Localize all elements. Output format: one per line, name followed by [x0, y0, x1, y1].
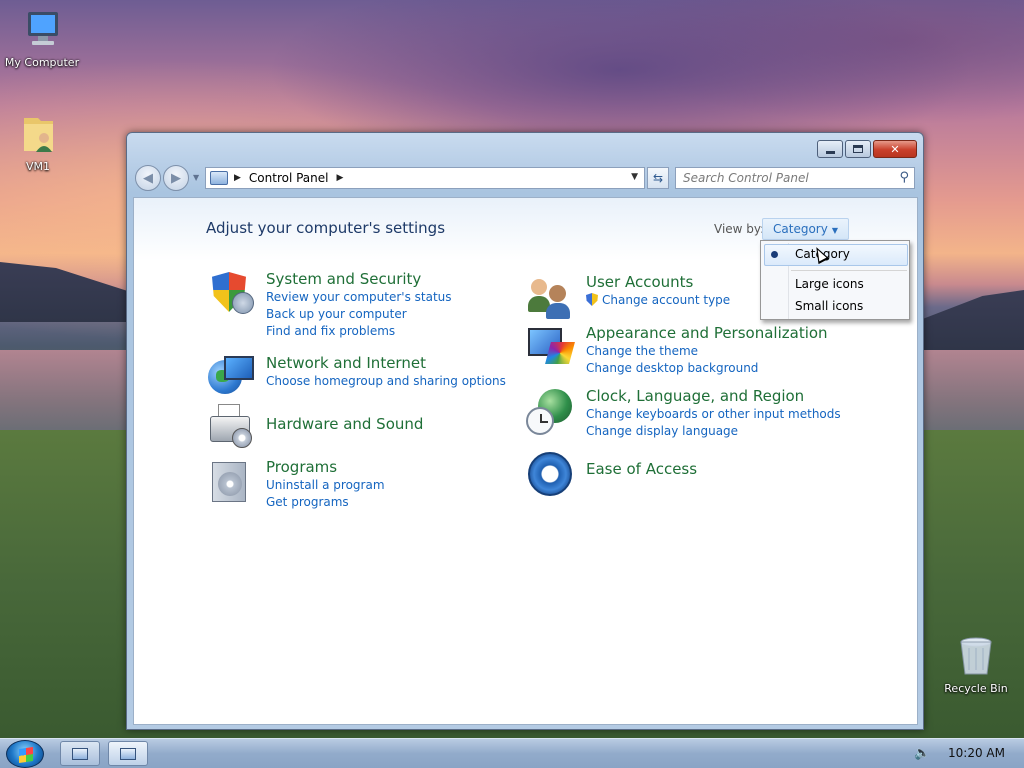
category-hardware-sound: Hardware and Sound: [206, 404, 423, 454]
link-homegroup[interactable]: Choose homegroup and sharing options: [266, 373, 506, 390]
desktop-icon-label: Recycle Bin: [944, 682, 1008, 695]
link-change-account-type[interactable]: Change account type: [586, 292, 730, 309]
breadcrumb-arrow-icon[interactable]: ▶: [337, 173, 344, 183]
link-get-programs[interactable]: Get programs: [266, 494, 385, 511]
link-review-status[interactable]: Review your computer's status: [266, 289, 452, 306]
control-panel-icon: [120, 747, 136, 760]
taskbar: [0, 738, 1024, 768]
search-placeholder: Search Control Panel: [683, 171, 809, 185]
start-button[interactable]: [6, 740, 44, 768]
computer-icon: [20, 8, 64, 52]
menu-item-large-icons[interactable]: Large icons: [795, 277, 864, 291]
close-button[interactable]: ✕: [873, 140, 917, 158]
minimize-icon: [825, 150, 835, 154]
category-title[interactable]: Clock, Language, and Region: [586, 387, 841, 405]
category-clock-language-region: Clock, Language, and Region Change keybo…: [526, 387, 841, 440]
desktop-icon-label: VM1: [25, 160, 50, 173]
maximize-icon: [853, 145, 863, 153]
control-panel-icon: [210, 171, 228, 185]
wallpaper-mountains-right: [920, 290, 1024, 350]
desktop-icon-my-computer[interactable]: My Computer: [0, 8, 84, 69]
appearance-icon[interactable]: [526, 324, 576, 374]
back-arrow-icon: ◀: [143, 170, 153, 186]
taskbar-show-desktop-button[interactable]: [60, 741, 100, 766]
category-title[interactable]: Ease of Access: [586, 460, 697, 478]
category-title[interactable]: Programs: [266, 458, 385, 476]
link-change-keyboards[interactable]: Change keyboards or other input methods: [586, 406, 841, 423]
windows-logo-icon: [19, 747, 33, 763]
address-history-dropdown[interactable]: ▼: [631, 172, 638, 182]
category-programs: Programs Uninstall a program Get program…: [206, 458, 385, 511]
programs-icon[interactable]: [206, 458, 256, 508]
view-by-dropdown[interactable]: Category ▼: [762, 218, 849, 240]
search-icon[interactable]: ⚲: [899, 170, 909, 185]
window-caption-buttons: ✕: [817, 140, 917, 158]
forward-button[interactable]: ▶: [163, 165, 189, 191]
refresh-button[interactable]: ⇆: [647, 167, 669, 189]
desktop-icon-recycle-bin[interactable]: Recycle Bin: [934, 634, 1018, 695]
maximize-button[interactable]: [845, 140, 871, 158]
printer-icon[interactable]: [206, 404, 256, 454]
chevron-down-icon: ▼: [831, 226, 838, 235]
category-title[interactable]: System and Security: [266, 270, 452, 288]
category-appearance: Appearance and Personalization Change th…: [526, 324, 828, 377]
navigation-bar: ◀ ▶ ▼ ▶ Control Panel ▶ ▼ ⇆ Search Contr…: [135, 165, 915, 191]
link-find-fix[interactable]: Find and fix problems: [266, 323, 452, 340]
category-network-internet: Network and Internet Choose homegroup an…: [206, 354, 506, 404]
window-icon: [72, 747, 88, 760]
close-icon: ✕: [890, 142, 900, 156]
view-by-menu: Category Large icons Small icons: [760, 240, 910, 320]
category-title[interactable]: Network and Internet: [266, 354, 506, 372]
view-by-value: Category: [773, 222, 828, 236]
recent-pages-dropdown[interactable]: ▼: [193, 173, 199, 182]
menu-separator: [791, 270, 907, 271]
back-button[interactable]: ◀: [135, 165, 161, 191]
uac-shield-icon: [586, 293, 598, 306]
taskbar-control-panel-button[interactable]: [108, 741, 148, 766]
security-shield-icon[interactable]: [206, 270, 256, 320]
desktop-icon-label: My Computer: [4, 56, 80, 69]
address-bar[interactable]: ▶ Control Panel ▶ ▼: [205, 167, 645, 189]
users-icon[interactable]: [526, 273, 576, 323]
taskbar-clock[interactable]: 10:20 AM: [948, 746, 1005, 760]
recycle-bin-icon: [954, 634, 998, 678]
category-title[interactable]: User Accounts: [586, 273, 730, 291]
control-panel-window: ✕ ◀ ▶ ▼ ▶ Control Panel ▶ ▼ ⇆ Search Con…: [126, 132, 924, 730]
search-input[interactable]: Search Control Panel ⚲: [675, 167, 915, 189]
clock-globe-icon[interactable]: [526, 387, 576, 437]
category-title[interactable]: Hardware and Sound: [266, 415, 423, 433]
forward-arrow-icon: ▶: [171, 170, 181, 186]
volume-icon[interactable]: 🔈: [914, 746, 930, 761]
refresh-icon: ⇆: [652, 171, 664, 185]
menu-item-small-icons[interactable]: Small icons: [795, 299, 863, 313]
ease-of-access-icon[interactable]: [526, 450, 576, 500]
wallpaper-mountains-left: [0, 262, 140, 322]
link-display-language[interactable]: Change display language: [586, 423, 841, 440]
category-user-accounts: User Accounts Change account type: [526, 273, 730, 323]
page-title: Adjust your computer's settings: [206, 219, 446, 237]
minimize-button[interactable]: [817, 140, 843, 158]
link-desktop-background[interactable]: Change desktop background: [586, 360, 828, 377]
link-back-up[interactable]: Back up your computer: [266, 306, 452, 323]
breadcrumb-arrow-icon[interactable]: ▶: [234, 173, 241, 183]
network-globe-icon[interactable]: [206, 354, 256, 404]
category-system-security: System and Security Review your computer…: [206, 270, 452, 340]
link-change-theme[interactable]: Change the theme: [586, 343, 828, 360]
desktop-icon-vm1[interactable]: VM1: [0, 112, 80, 173]
category-title[interactable]: Appearance and Personalization: [586, 324, 828, 342]
folder-user-icon: [16, 112, 60, 156]
breadcrumb-control-panel[interactable]: Control Panel: [249, 171, 329, 185]
view-by-label: View by:: [714, 222, 765, 236]
link-uninstall[interactable]: Uninstall a program: [266, 477, 385, 494]
category-ease-of-access: Ease of Access: [526, 450, 697, 500]
radio-bullet-icon: [771, 251, 778, 258]
